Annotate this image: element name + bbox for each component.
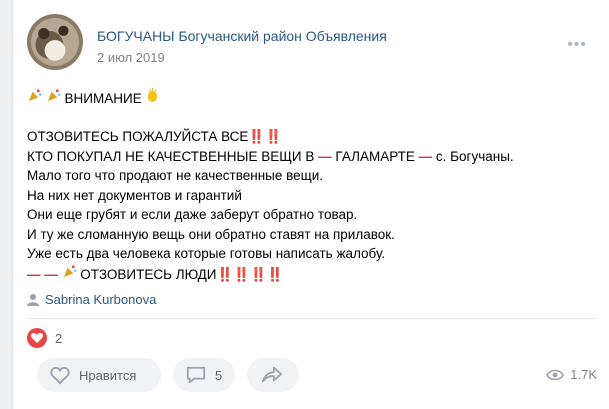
share-icon [262, 366, 283, 383]
post-header: БОГУЧАНЫ Богучанский район Объявления 2 … [27, 14, 597, 70]
views-counter: 1.7K [546, 367, 597, 382]
text-respond-people: ОТЗОВИТЕСЬ ЛЮДИ [80, 266, 217, 282]
user-icon [27, 293, 39, 309]
likes-count: 2 [55, 330, 63, 346]
likes-summary[interactable]: 2 [27, 328, 62, 348]
text-line-5: На них нет документов и гарантий [27, 187, 242, 203]
eye-icon [546, 369, 565, 380]
text-respond-all: ОТЗОВИТЕСЬ ПОЖАЛУЙСТА ВСЕ [27, 129, 249, 144]
red-dash-icon: — [418, 148, 433, 164]
text-line-3: КТО ПОКУПАЛ НЕ КАЧЕСТВЕННЫЕ ВЕЩИ В — ГАЛ… [27, 147, 597, 167]
text-village: с. Богучаны. [435, 148, 514, 164]
post-text: ВНИМАНИЕ ОТЗОВИТЕСЬ ПОЖАЛУЙСТА ВСЕ‼️‼️ К… [27, 88, 597, 283]
text-line-2: ОТЗОВИТЕСЬ ПОЖАЛУЙСТА ВСЕ‼️‼️ [27, 127, 597, 147]
clap-icon [142, 88, 161, 106]
text-line-6: Они еще грубят и если даже заберут обрат… [27, 207, 358, 222]
text-line-7: И ту же сломанную вещь они обратно ставя… [27, 226, 395, 242]
share-button[interactable] [247, 358, 299, 392]
comments-count: 5 [215, 367, 223, 383]
comment-button[interactable]: 5 [173, 358, 235, 392]
post-author[interactable]: Sabrina Kurbonova [27, 292, 156, 310]
party-horn-icon [46, 89, 65, 106]
heart-icon [50, 366, 70, 385]
text-line-9: — — ОТЗОВИТЕСЬ ЛЮДИ‼️‼️‼️‼️ [27, 264, 597, 284]
group-avatar[interactable] [27, 14, 83, 70]
text-line-8: Уже есть два человека которые готовы нап… [27, 246, 386, 261]
post-date[interactable]: 2 июл 2019 [97, 50, 165, 65]
text-attention: ВНИМАНИЕ [64, 91, 142, 106]
divider [27, 318, 597, 319]
double-exclamation-icon: ‼️‼️‼️‼️ [216, 266, 284, 282]
post-card: БОГУЧАНЫ Богучанский район Объявления 2 … [12, 0, 609, 409]
text-line-1: ВНИМАНИЕ [27, 88, 597, 108]
like-button[interactable]: Нравится [37, 358, 161, 392]
views-count: 1.7K [570, 367, 597, 382]
text-line-4: Мало того что продают не качественные ве… [27, 168, 324, 183]
comment-icon [186, 366, 206, 384]
like-label: Нравится [79, 367, 137, 383]
more-icon[interactable]: ••• [567, 36, 587, 54]
red-dash-icon: — — [27, 266, 58, 282]
group-name-link[interactable]: БОГУЧАНЫ Богучанский район Объявления [97, 28, 387, 44]
red-dash-icon: — [318, 148, 332, 164]
party-horn-icon [27, 89, 46, 106]
double-exclamation-icon: ‼️‼️ [248, 129, 283, 144]
heart-icon [27, 328, 47, 348]
party-horn-icon [58, 264, 81, 282]
text-store-name: ГАЛАМАРТЕ [335, 148, 415, 164]
text-who-bought: КТО ПОКУПАЛ НЕ КАЧЕСТВЕННЫЕ ВЕЩИ В [27, 148, 315, 164]
author-name[interactable]: Sabrina Kurbonova [45, 292, 156, 307]
